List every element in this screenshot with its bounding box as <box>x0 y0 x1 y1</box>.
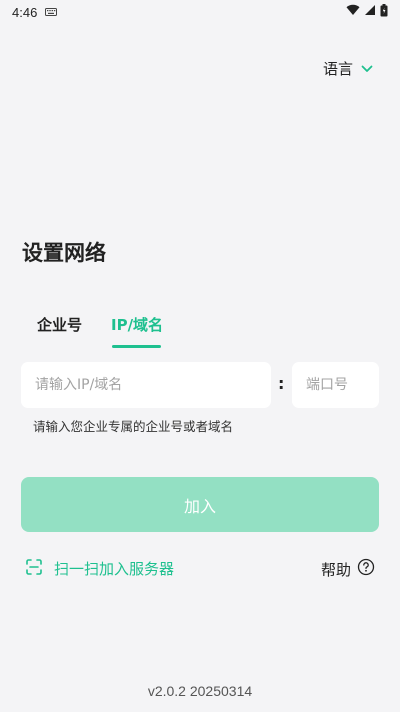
scan-icon <box>26 558 42 579</box>
language-selector[interactable]: 语言 <box>323 58 373 78</box>
input-hint: 请输入您企业专属的企业号或者域名 <box>33 419 234 434</box>
port-input[interactable] <box>292 362 379 408</box>
cell-signal-icon <box>364 4 376 20</box>
app-version: v2.0.2 20250314 <box>147 683 253 699</box>
page-title: 设置网络 <box>22 241 106 265</box>
chevron-down-icon <box>361 59 373 77</box>
ip-domain-input[interactable] <box>21 362 271 408</box>
tab-ip-domain[interactable]: IP/域名 <box>111 314 163 356</box>
battery-icon <box>380 3 388 21</box>
wifi-icon <box>346 4 360 20</box>
tab-enterprise-id[interactable]: 企业号 <box>37 314 82 356</box>
scan-to-join-link[interactable]: 扫一扫加入服务器 <box>26 558 174 579</box>
port-separator: : <box>278 374 285 393</box>
scan-label: 扫一扫加入服务器 <box>54 560 175 578</box>
help-label: 帮助 <box>320 560 351 579</box>
status-bar: 4:46 <box>0 0 400 24</box>
join-button[interactable]: 加入 <box>21 477 379 532</box>
help-link[interactable]: 帮助 <box>321 558 375 580</box>
status-time: 4:46 <box>12 4 38 20</box>
tab-bar: 企业号 IP/域名 <box>22 308 222 350</box>
help-circle-icon <box>357 558 375 580</box>
active-tab-indicator <box>112 345 161 348</box>
keyboard-icon <box>45 8 58 16</box>
language-label: 语言 <box>322 59 353 78</box>
